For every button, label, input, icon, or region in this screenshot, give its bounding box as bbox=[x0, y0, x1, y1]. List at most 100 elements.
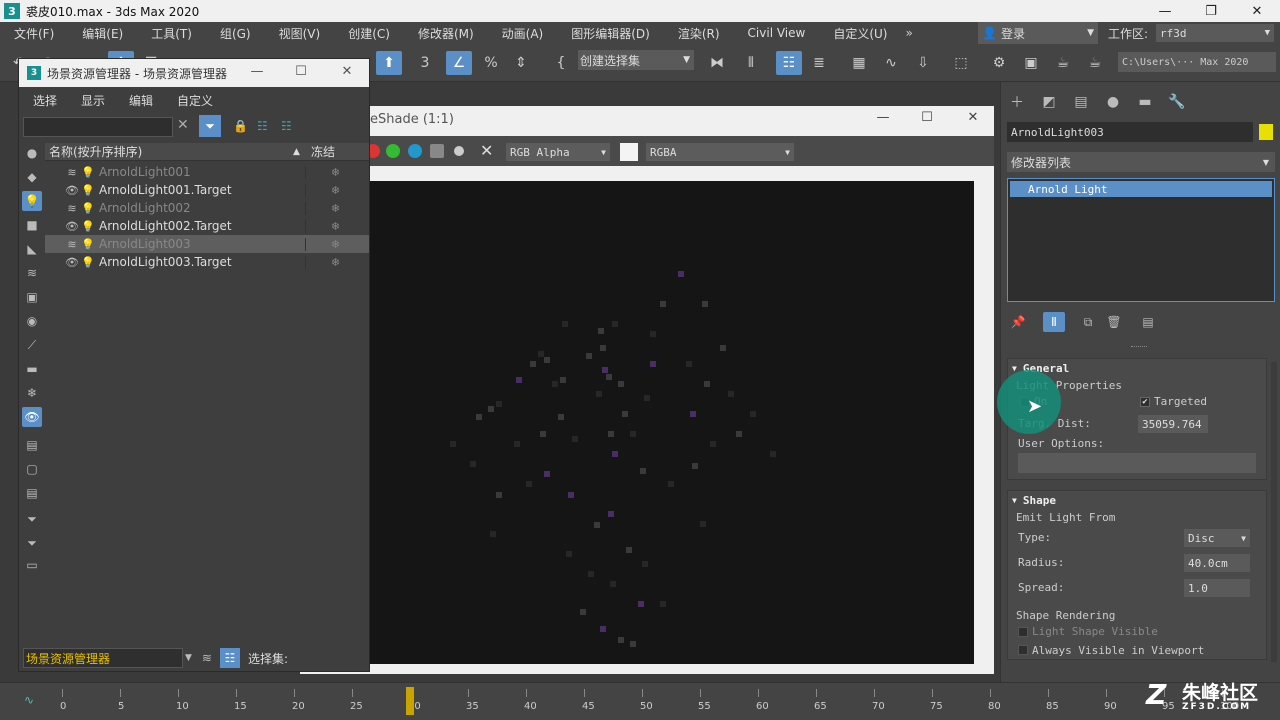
display-lights-icon[interactable]: 💡 bbox=[22, 191, 42, 211]
display-cameras-icon[interactable]: ■ bbox=[22, 215, 42, 235]
eye-icon[interactable]: 👁 bbox=[65, 256, 79, 269]
menu-modifiers[interactable]: 修改器(M) bbox=[404, 25, 488, 42]
filter-icon[interactable]: ⏷ bbox=[199, 115, 221, 137]
general-rollout-header[interactable]: ▼ General bbox=[1008, 359, 1266, 377]
scene-explorer-toggle-icon[interactable]: ☷ bbox=[776, 51, 802, 75]
display-all-icon[interactable]: ▤ bbox=[22, 435, 42, 455]
modifier-list-dropdown[interactable]: 修改器列表 ▼ bbox=[1007, 152, 1275, 172]
menu-civil-view[interactable]: Civil View bbox=[734, 26, 820, 40]
se-menu-select[interactable]: 选择 bbox=[19, 92, 67, 109]
hierarchy-collapse-icon[interactable]: ☷ bbox=[281, 119, 292, 133]
minimize-button[interactable]: — bbox=[1142, 0, 1188, 22]
display-hidden-icon[interactable]: 👁 bbox=[22, 407, 42, 427]
clear-search-icon[interactable]: ✕ bbox=[177, 117, 189, 133]
workspace-select[interactable]: rf3d ▼ bbox=[1156, 24, 1274, 42]
motion-tab-icon[interactable]: ● bbox=[1101, 92, 1125, 112]
menu-rendering[interactable]: 渲染(R) bbox=[664, 25, 734, 42]
freeze-icon[interactable]: ❄ bbox=[305, 255, 365, 269]
timeline[interactable]: ∿ 0 5 10 15 20 25 30 35 40 45 50 55 60 65 70 75 80 85 90 95… bbox=[0, 682, 1280, 720]
format-dropdown[interactable]: RGBA ▼ bbox=[646, 143, 794, 161]
clear-icon[interactable]: ✕ bbox=[480, 141, 493, 160]
column-freeze-header[interactable]: 冻结 bbox=[311, 143, 335, 160]
targeted-checkbox[interactable]: ✔ bbox=[1140, 397, 1150, 407]
schematic-view-icon[interactable]: ⇩ bbox=[910, 51, 936, 75]
remove-modifier-icon[interactable]: 🗑 bbox=[1103, 312, 1125, 332]
blue-channel-icon[interactable] bbox=[408, 144, 422, 158]
table-row[interactable]: ≋ 💡 ArnoldLight001 ❄ bbox=[45, 163, 369, 181]
make-unique-icon[interactable]: ⧉ bbox=[1077, 312, 1099, 332]
eye-icon[interactable]: 👁 bbox=[65, 184, 79, 197]
hierarchy-tab-icon[interactable]: ▤ bbox=[1069, 92, 1093, 112]
display-shapes-icon[interactable]: ◆ bbox=[22, 167, 42, 187]
window-icon[interactable]: ▭ bbox=[22, 555, 42, 575]
se-menu-edit[interactable]: 编辑 bbox=[115, 92, 163, 109]
layers-icon[interactable]: ≋ bbox=[65, 202, 79, 215]
display-spacewarps-icon[interactable]: ≋ bbox=[22, 263, 42, 283]
layers-icon[interactable]: ≋ bbox=[65, 166, 79, 179]
menu-group[interactable]: 组(G) bbox=[206, 25, 265, 42]
type-dropdown[interactable]: Disc ▼ bbox=[1184, 529, 1250, 547]
chevron-down-icon[interactable]: ▼ bbox=[185, 653, 192, 663]
freeze-icon[interactable]: ❄ bbox=[305, 201, 365, 215]
menu-customize[interactable]: 自定义(U) bbox=[819, 25, 901, 42]
se-menu-display[interactable]: 显示 bbox=[67, 92, 115, 109]
render-close-button[interactable]: ✕ bbox=[958, 110, 988, 125]
spread-spinner[interactable]: 1.0 bbox=[1184, 579, 1250, 597]
time-ruler[interactable]: 0 5 10 15 20 25 30 35 40 45 50 55 60 65 70 75 80 85 90 95 10… bbox=[56, 687, 1239, 717]
snap-3d-icon[interactable]: 3 bbox=[412, 51, 438, 75]
display-none-icon[interactable]: ▢ bbox=[22, 459, 42, 479]
mirror-icon[interactable]: ⧓ bbox=[704, 51, 730, 75]
alpha-channel-icon[interactable] bbox=[430, 144, 444, 158]
display-tab-icon[interactable]: ▬ bbox=[1133, 92, 1157, 112]
display-geometry-icon[interactable]: ● bbox=[22, 143, 42, 163]
menu-animation[interactable]: 动画(A) bbox=[488, 25, 558, 42]
always-visible-checkbox[interactable] bbox=[1018, 645, 1028, 655]
menu-file[interactable]: 文件(F) bbox=[0, 25, 68, 42]
render-production-icon[interactable]: ☕ bbox=[1050, 51, 1076, 75]
maximize-button[interactable]: ❐ bbox=[1188, 0, 1234, 22]
hierarchy-mode-icon[interactable]: ☷ bbox=[219, 648, 240, 668]
channel-display-dropdown[interactable]: RGB Alpha ▼ bbox=[506, 143, 610, 161]
targ-dist-spinner[interactable]: 35059.764 bbox=[1138, 415, 1208, 433]
render-setup-icon[interactable]: ⚙ bbox=[986, 51, 1012, 75]
eye-icon[interactable]: 👁 bbox=[65, 220, 79, 233]
select-move-icon[interactable]: ⬆ bbox=[376, 51, 402, 75]
se-close-button[interactable]: ✕ bbox=[333, 64, 361, 79]
display-containers-icon[interactable]: ▬ bbox=[22, 359, 42, 379]
stack-item-arnold-light[interactable]: Arnold Light bbox=[1010, 181, 1272, 197]
freeze-icon[interactable]: ❄ bbox=[305, 183, 365, 197]
utilities-tab-icon[interactable]: 🔧 bbox=[1165, 92, 1189, 112]
filter-toggle-icon[interactable]: ⏷ bbox=[22, 509, 42, 529]
modify-tab-icon[interactable]: ◩ bbox=[1037, 92, 1061, 112]
funnel-icon[interactable]: ⏷ bbox=[22, 533, 42, 553]
freeze-icon[interactable]: ❄ bbox=[305, 165, 365, 179]
table-row[interactable]: 👁 💡 ArnoldLight002.Target ❄ bbox=[45, 217, 369, 235]
object-color-swatch[interactable] bbox=[1259, 124, 1273, 140]
project-path-field[interactable]: C:\Users\··· Max 2020 bbox=[1118, 52, 1276, 72]
freeze-icon[interactable]: ❄ bbox=[305, 237, 365, 251]
create-tab-icon[interactable]: ＋ bbox=[1005, 92, 1029, 112]
column-name-header[interactable]: 名称(按升序排序) bbox=[49, 143, 293, 160]
scene-explorer-titlebar[interactable]: 3 场景资源管理器 - 场景资源管理器 — ☐ ✕ bbox=[19, 59, 369, 87]
configure-sets-icon[interactable]: ▤ bbox=[1137, 312, 1159, 332]
menu-edit[interactable]: 编辑(E) bbox=[68, 25, 137, 42]
lock-icon[interactable]: 🔒 bbox=[233, 119, 248, 133]
menu-tools[interactable]: 工具(T) bbox=[137, 25, 206, 42]
display-helpers-icon[interactable]: ◣ bbox=[22, 239, 42, 259]
time-slider-handle[interactable] bbox=[406, 687, 414, 715]
sort-ascending-icon[interactable]: ▲ bbox=[293, 147, 307, 157]
panel-scrollbar[interactable] bbox=[1271, 362, 1277, 662]
material-editor-icon[interactable]: ⬚ bbox=[948, 51, 974, 75]
search-input[interactable] bbox=[23, 117, 173, 137]
monochrome-icon[interactable] bbox=[454, 146, 464, 156]
spinner-snap-icon[interactable]: ⇕ bbox=[508, 51, 534, 75]
layers-icon[interactable]: ≋ bbox=[65, 238, 79, 251]
display-frozen-icon[interactable]: ❄ bbox=[22, 383, 42, 403]
display-invert-icon[interactable]: ▤ bbox=[22, 483, 42, 503]
light-shape-visible-checkbox[interactable] bbox=[1018, 627, 1028, 637]
table-row[interactable]: 👁 💡 ArnoldLight001.Target ❄ bbox=[45, 181, 369, 199]
shape-rollout-header[interactable]: ▼ Shape bbox=[1008, 491, 1266, 509]
se-maximize-button[interactable]: ☐ bbox=[287, 64, 315, 79]
show-end-result-icon[interactable]: Ⅱ bbox=[1043, 312, 1065, 332]
pin-stack-icon[interactable]: 📌 bbox=[1007, 312, 1029, 332]
